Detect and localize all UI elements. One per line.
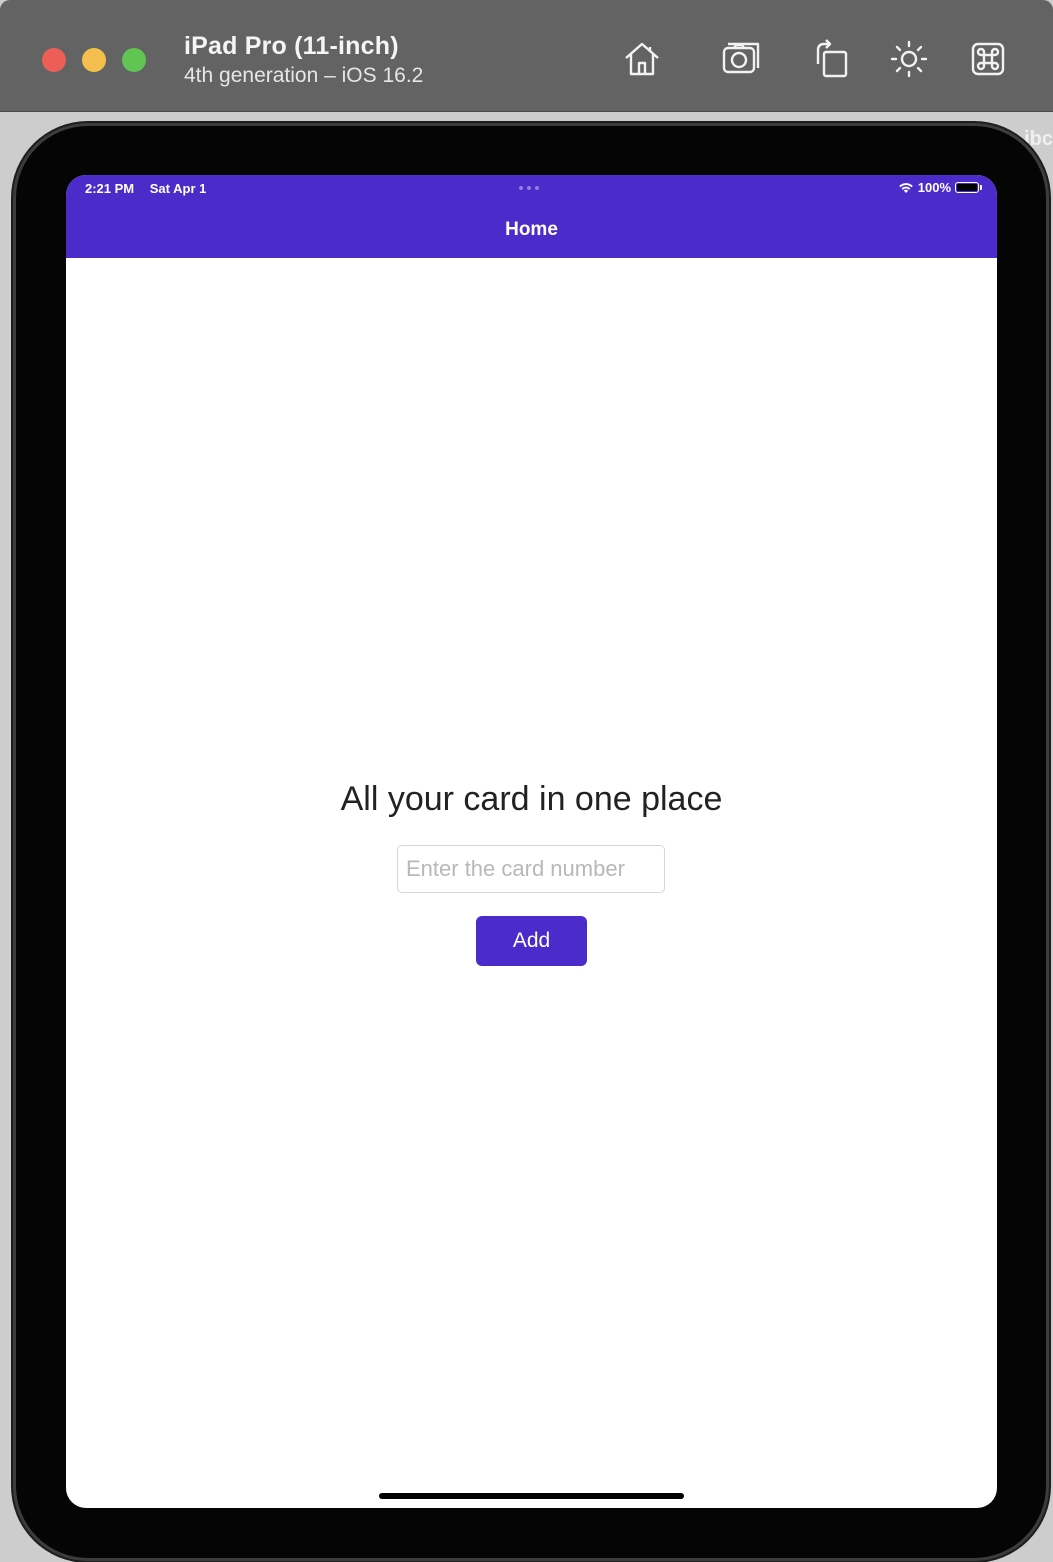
- minimize-window-button[interactable]: [82, 48, 106, 72]
- add-card-button[interactable]: Add: [476, 916, 587, 966]
- page-title: Home: [505, 219, 558, 240]
- screenshot-camera-icon[interactable]: [718, 36, 764, 82]
- status-time: 2:21 PM: [85, 181, 135, 196]
- card-number-input[interactable]: [397, 845, 665, 893]
- zoom-window-button[interactable]: [122, 48, 146, 72]
- status-bar-right: 100%: [898, 180, 982, 195]
- main-content: All your card in one place Add: [66, 258, 997, 1508]
- close-window-button[interactable]: [42, 48, 66, 72]
- device-name: iPad Pro (11-inch): [184, 32, 399, 60]
- volume-up-button: [1046, 250, 1050, 308]
- headline: All your card in one place: [340, 780, 723, 818]
- volume-down-button: [1046, 318, 1050, 376]
- device-subtitle: 4th generation – iOS 16.2: [184, 64, 424, 87]
- home-indicator[interactable]: [379, 1493, 684, 1499]
- battery-icon: [955, 182, 982, 193]
- status-bar-left: 2:21 PM Sat Apr 1: [85, 181, 218, 196]
- multitasking-dots-icon[interactable]: [519, 186, 539, 190]
- simulator-stage: iPad Pro (11-inch) 4th generation – iOS …: [0, 0, 1053, 1562]
- rotate-icon[interactable]: [808, 36, 854, 82]
- battery-percent: 100%: [917, 180, 951, 195]
- appearance-sun-icon[interactable]: [886, 36, 932, 82]
- background-window-peek: ibc: [1024, 128, 1053, 150]
- status-date: Sat Apr 1: [149, 181, 207, 196]
- navigation-bar: 2:21 PM Sat Apr 1 100% Home: [66, 175, 997, 258]
- wifi-icon: [898, 182, 913, 193]
- home-icon[interactable]: [619, 36, 665, 82]
- keyboard-command-icon[interactable]: [965, 36, 1011, 82]
- simulator-toolbar: iPad Pro (11-inch) 4th generation – iOS …: [0, 0, 1053, 112]
- ipad-screen: 2:21 PM Sat Apr 1 100% Home All your car…: [66, 175, 997, 1508]
- ipad-frame: 2:21 PM Sat Apr 1 100% Home All your car…: [16, 126, 1046, 1558]
